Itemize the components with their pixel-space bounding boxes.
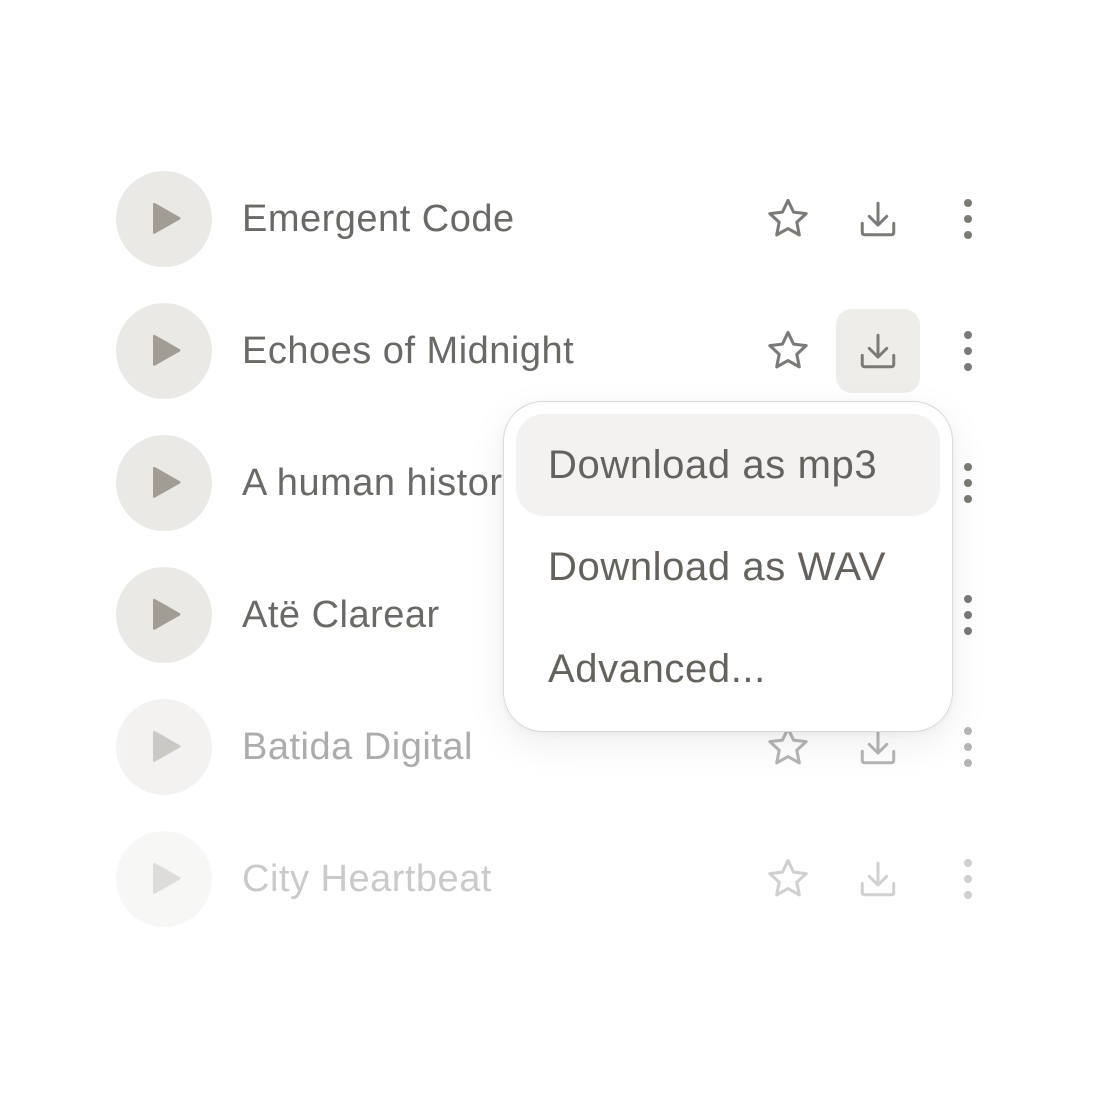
download-icon bbox=[860, 729, 896, 765]
more-options-button[interactable] bbox=[926, 309, 1010, 393]
track-title: Emergent Code bbox=[242, 198, 515, 240]
track-list-page: Emergent Code Echoes of Midnight A human… bbox=[0, 0, 1112, 1095]
more-options-button[interactable] bbox=[926, 177, 1010, 261]
more-vertical-icon bbox=[964, 463, 972, 503]
track-title: Batida Digital bbox=[242, 726, 473, 768]
favorite-button[interactable] bbox=[746, 177, 830, 261]
track-title: Echoes of Midnight bbox=[242, 330, 575, 372]
more-options-button[interactable] bbox=[926, 837, 1010, 921]
favorite-button[interactable] bbox=[746, 837, 830, 921]
track-row: Emergent Code bbox=[116, 171, 996, 267]
download-icon bbox=[860, 201, 896, 237]
download-button[interactable] bbox=[836, 177, 920, 261]
play-icon bbox=[153, 466, 181, 498]
more-vertical-icon bbox=[964, 331, 972, 371]
play-button[interactable] bbox=[116, 303, 212, 399]
play-button[interactable] bbox=[116, 567, 212, 663]
download-button[interactable] bbox=[836, 837, 920, 921]
track-title: A human history bbox=[242, 462, 522, 504]
star-icon bbox=[768, 198, 808, 237]
star-icon bbox=[768, 858, 808, 897]
download-button-active[interactable] bbox=[836, 309, 920, 393]
track-row: Echoes of Midnight bbox=[116, 303, 996, 399]
play-button[interactable] bbox=[116, 699, 212, 795]
menu-item-download-wav[interactable]: Download as WAV bbox=[516, 516, 940, 618]
play-icon bbox=[153, 598, 181, 630]
play-button[interactable] bbox=[116, 171, 212, 267]
track-row: City Heartbeat bbox=[116, 831, 996, 927]
play-icon bbox=[153, 862, 181, 894]
menu-item-download-mp3[interactable]: Download as mp3 bbox=[516, 414, 940, 516]
play-icon bbox=[153, 730, 181, 762]
download-menu: Download as mp3 Download as WAV Advanced… bbox=[503, 401, 953, 732]
more-vertical-icon bbox=[964, 199, 972, 239]
download-icon bbox=[860, 333, 896, 369]
menu-item-advanced[interactable]: Advanced... bbox=[516, 618, 940, 720]
star-icon bbox=[768, 330, 808, 369]
more-vertical-icon bbox=[964, 595, 972, 635]
track-title: City Heartbeat bbox=[242, 858, 492, 900]
track-title: Atë Clarear bbox=[242, 594, 440, 636]
play-button[interactable] bbox=[116, 435, 212, 531]
play-button[interactable] bbox=[116, 831, 212, 927]
play-icon bbox=[153, 334, 181, 366]
more-vertical-icon bbox=[964, 727, 972, 767]
play-icon bbox=[153, 202, 181, 234]
download-icon bbox=[860, 861, 896, 897]
favorite-button[interactable] bbox=[746, 309, 830, 393]
more-vertical-icon bbox=[964, 859, 972, 899]
